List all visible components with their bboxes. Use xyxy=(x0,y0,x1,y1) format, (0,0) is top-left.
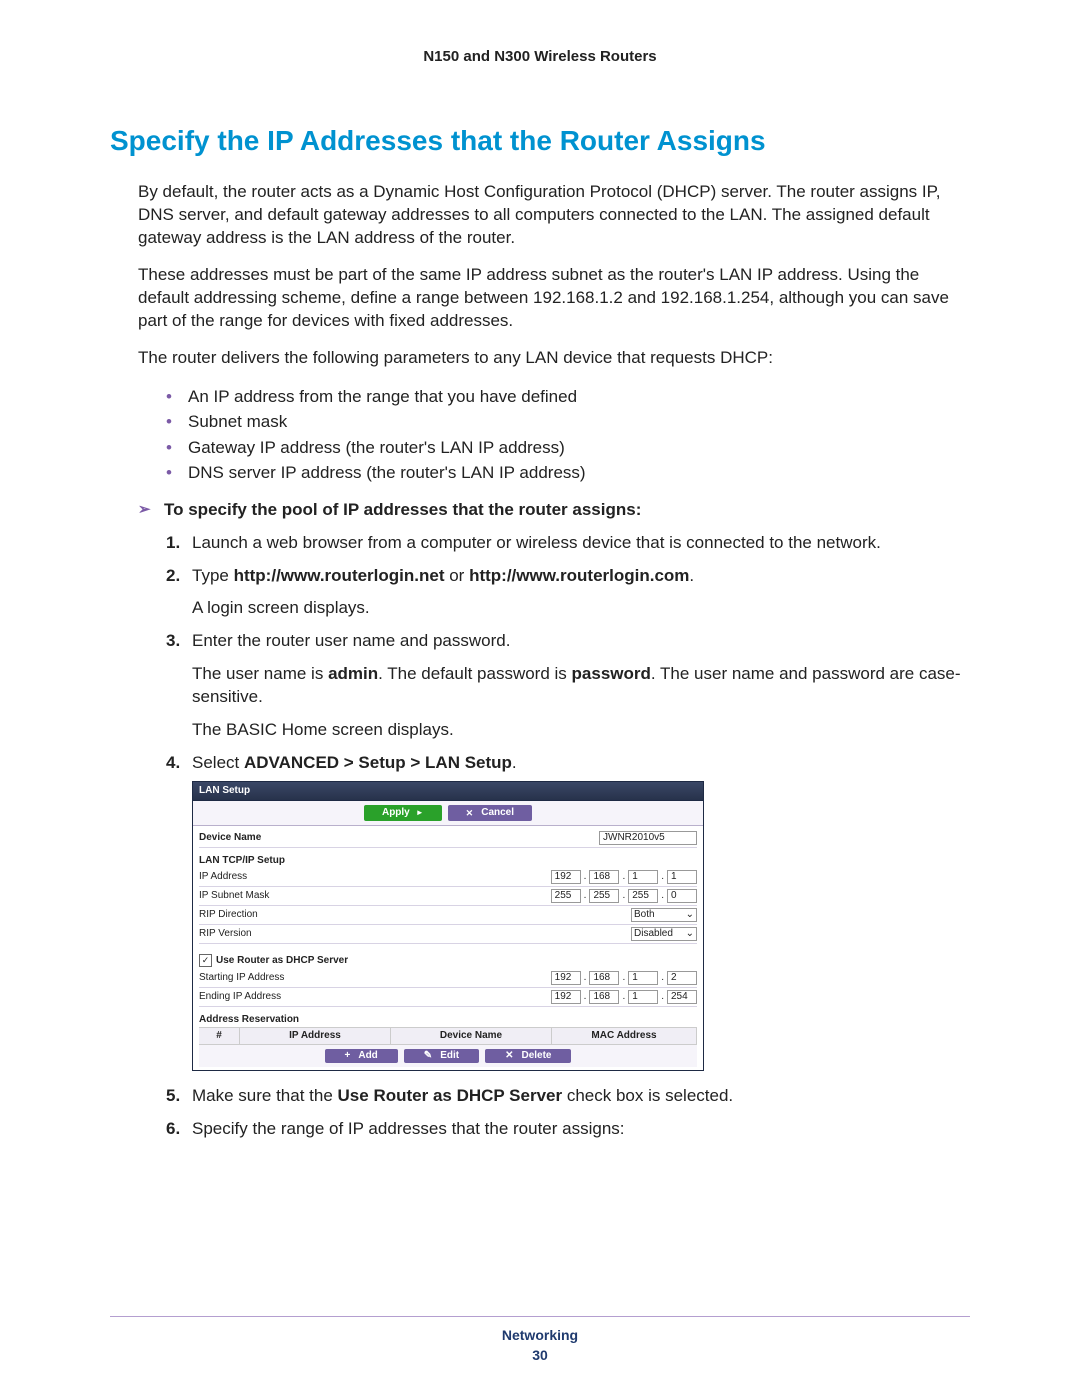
paragraph-3: The router delivers the following parame… xyxy=(138,347,970,370)
procedure-heading: To specify the pool of IP addresses that… xyxy=(138,500,970,520)
step-text-bold: http://www.routerlogin.com xyxy=(469,566,689,585)
list-item: An IP address from the range that you ha… xyxy=(166,384,970,410)
end-ip-octet-2[interactable]: 168 xyxy=(589,990,619,1004)
dhcp-param-list: An IP address from the range that you ha… xyxy=(110,384,970,486)
step-text: check box is selected. xyxy=(562,1086,733,1105)
step-text: Enter the router user name and password. xyxy=(192,631,510,650)
delete-button[interactable]: ✕Delete xyxy=(485,1049,571,1063)
cancel-button[interactable]: Cancel xyxy=(448,805,532,821)
step-text-bold: Use Router as DHCP Server xyxy=(338,1086,563,1105)
subnet-octet-4[interactable]: 0 xyxy=(667,889,697,903)
end-ip-octet-3[interactable]: 1 xyxy=(628,990,658,1004)
dhcp-checkbox-label: Use Router as DHCP Server xyxy=(216,956,348,966)
step-text: Specify the range of IP addresses that t… xyxy=(192,1119,625,1138)
plus-icon: + xyxy=(345,1051,351,1061)
procedure-steps: Launch a web browser from a computer or … xyxy=(110,532,970,1141)
subnet-label: IP Subnet Mask xyxy=(199,891,269,901)
section-heading: Specify the IP Addresses that the Router… xyxy=(110,125,970,157)
step-text: or xyxy=(445,566,470,585)
rip-direction-select[interactable]: Both xyxy=(631,908,697,922)
lan-setup-panel: LAN Setup Apply Cancel Device Name JWNR2… xyxy=(192,781,704,1071)
edit-button[interactable]: ✎Edit xyxy=(404,1049,479,1063)
ip-octet-3[interactable]: 1 xyxy=(628,870,658,884)
end-ip-label: Ending IP Address xyxy=(199,992,281,1002)
step-subtext: A login screen displays. xyxy=(192,597,970,620)
device-name-label: Device Name xyxy=(199,833,261,843)
rip-version-select[interactable]: Disabled xyxy=(631,927,697,941)
ip-octet-2[interactable]: 168 xyxy=(589,870,619,884)
end-ip-octet-4[interactable]: 254 xyxy=(667,990,697,1004)
ip-octet-4[interactable]: 1 xyxy=(667,870,697,884)
step-text: . xyxy=(689,566,694,585)
address-reservation-label: Address Reservation xyxy=(199,1015,299,1025)
panel-title: LAN Setup xyxy=(193,782,703,801)
th-device: Device Name xyxy=(391,1028,552,1044)
subnet-octet-2[interactable]: 255 xyxy=(589,889,619,903)
end-ip-octet-1[interactable]: 192 xyxy=(551,990,581,1004)
step-subtext: The user name is admin. The default pass… xyxy=(192,663,970,709)
ip-octet-1[interactable]: 192 xyxy=(551,870,581,884)
step-3: Enter the router user name and password.… xyxy=(166,630,970,742)
page-header: N150 and N300 Wireless Routers xyxy=(110,48,970,65)
apply-button[interactable]: Apply xyxy=(364,805,442,821)
end-ip-field: 192. 168. 1. 254 xyxy=(551,990,697,1004)
step-subtext: The BASIC Home screen displays. xyxy=(192,719,970,742)
pencil-icon: ✎ xyxy=(424,1051,432,1061)
paragraph-2: These addresses must be part of the same… xyxy=(138,264,970,333)
rip-version-label: RIP Version xyxy=(199,929,252,939)
list-item: Gateway IP address (the router's LAN IP … xyxy=(166,435,970,461)
step-6: Specify the range of IP addresses that t… xyxy=(166,1118,970,1141)
subnet-field: 255. 255. 255. 0 xyxy=(551,889,697,903)
start-ip-field: 192. 168. 1. 2 xyxy=(551,971,697,985)
step-1: Launch a web browser from a computer or … xyxy=(166,532,970,555)
subnet-octet-3[interactable]: 255 xyxy=(628,889,658,903)
lan-section-label: LAN TCP/IP Setup xyxy=(199,856,285,866)
ip-address-field: 192. 168. 1. 1 xyxy=(551,870,697,884)
step-4: Select ADVANCED > Setup > LAN Setup. LAN… xyxy=(166,752,970,1071)
paragraph-1: By default, the router acts as a Dynamic… xyxy=(138,181,970,250)
th-index: # xyxy=(199,1028,240,1044)
dhcp-checkbox[interactable]: ✓ xyxy=(199,954,212,967)
start-ip-octet-4[interactable]: 2 xyxy=(667,971,697,985)
page-footer: Networking 30 xyxy=(110,1316,970,1363)
start-ip-octet-1[interactable]: 192 xyxy=(551,971,581,985)
step-text: Select xyxy=(192,753,244,772)
subnet-octet-1[interactable]: 255 xyxy=(551,889,581,903)
list-item: Subnet mask xyxy=(166,409,970,435)
reservation-actions: +Add ✎Edit ✕Delete xyxy=(199,1045,697,1067)
footer-page-number: 30 xyxy=(110,1347,970,1363)
step-text-bold: http://www.routerlogin.net xyxy=(234,566,445,585)
start-ip-octet-2[interactable]: 168 xyxy=(589,971,619,985)
panel-toolbar: Apply Cancel xyxy=(193,801,703,826)
step-text: . xyxy=(512,753,517,772)
step-text: Launch a web browser from a computer or … xyxy=(192,533,881,552)
rip-direction-label: RIP Direction xyxy=(199,910,258,920)
device-name-field[interactable]: JWNR2010v5 xyxy=(599,831,697,845)
footer-section: Networking xyxy=(110,1327,970,1343)
footer-rule xyxy=(110,1316,970,1317)
step-2: Type http://www.routerlogin.net or http:… xyxy=(166,565,970,621)
start-ip-label: Starting IP Address xyxy=(199,973,284,983)
list-item: DNS server IP address (the router's LAN … xyxy=(166,460,970,486)
th-mac: MAC Address xyxy=(552,1028,697,1044)
step-text-bold: ADVANCED > Setup > LAN Setup xyxy=(244,753,512,772)
th-ip: IP Address xyxy=(240,1028,391,1044)
step-text: Type xyxy=(192,566,234,585)
step-text: Make sure that the xyxy=(192,1086,338,1105)
step-5: Make sure that the Use Router as DHCP Se… xyxy=(166,1085,970,1108)
add-button[interactable]: +Add xyxy=(325,1049,398,1063)
close-icon: ✕ xyxy=(505,1051,513,1061)
start-ip-octet-3[interactable]: 1 xyxy=(628,971,658,985)
reservation-table-header: # IP Address Device Name MAC Address xyxy=(199,1027,697,1045)
ip-address-label: IP Address xyxy=(199,872,247,882)
